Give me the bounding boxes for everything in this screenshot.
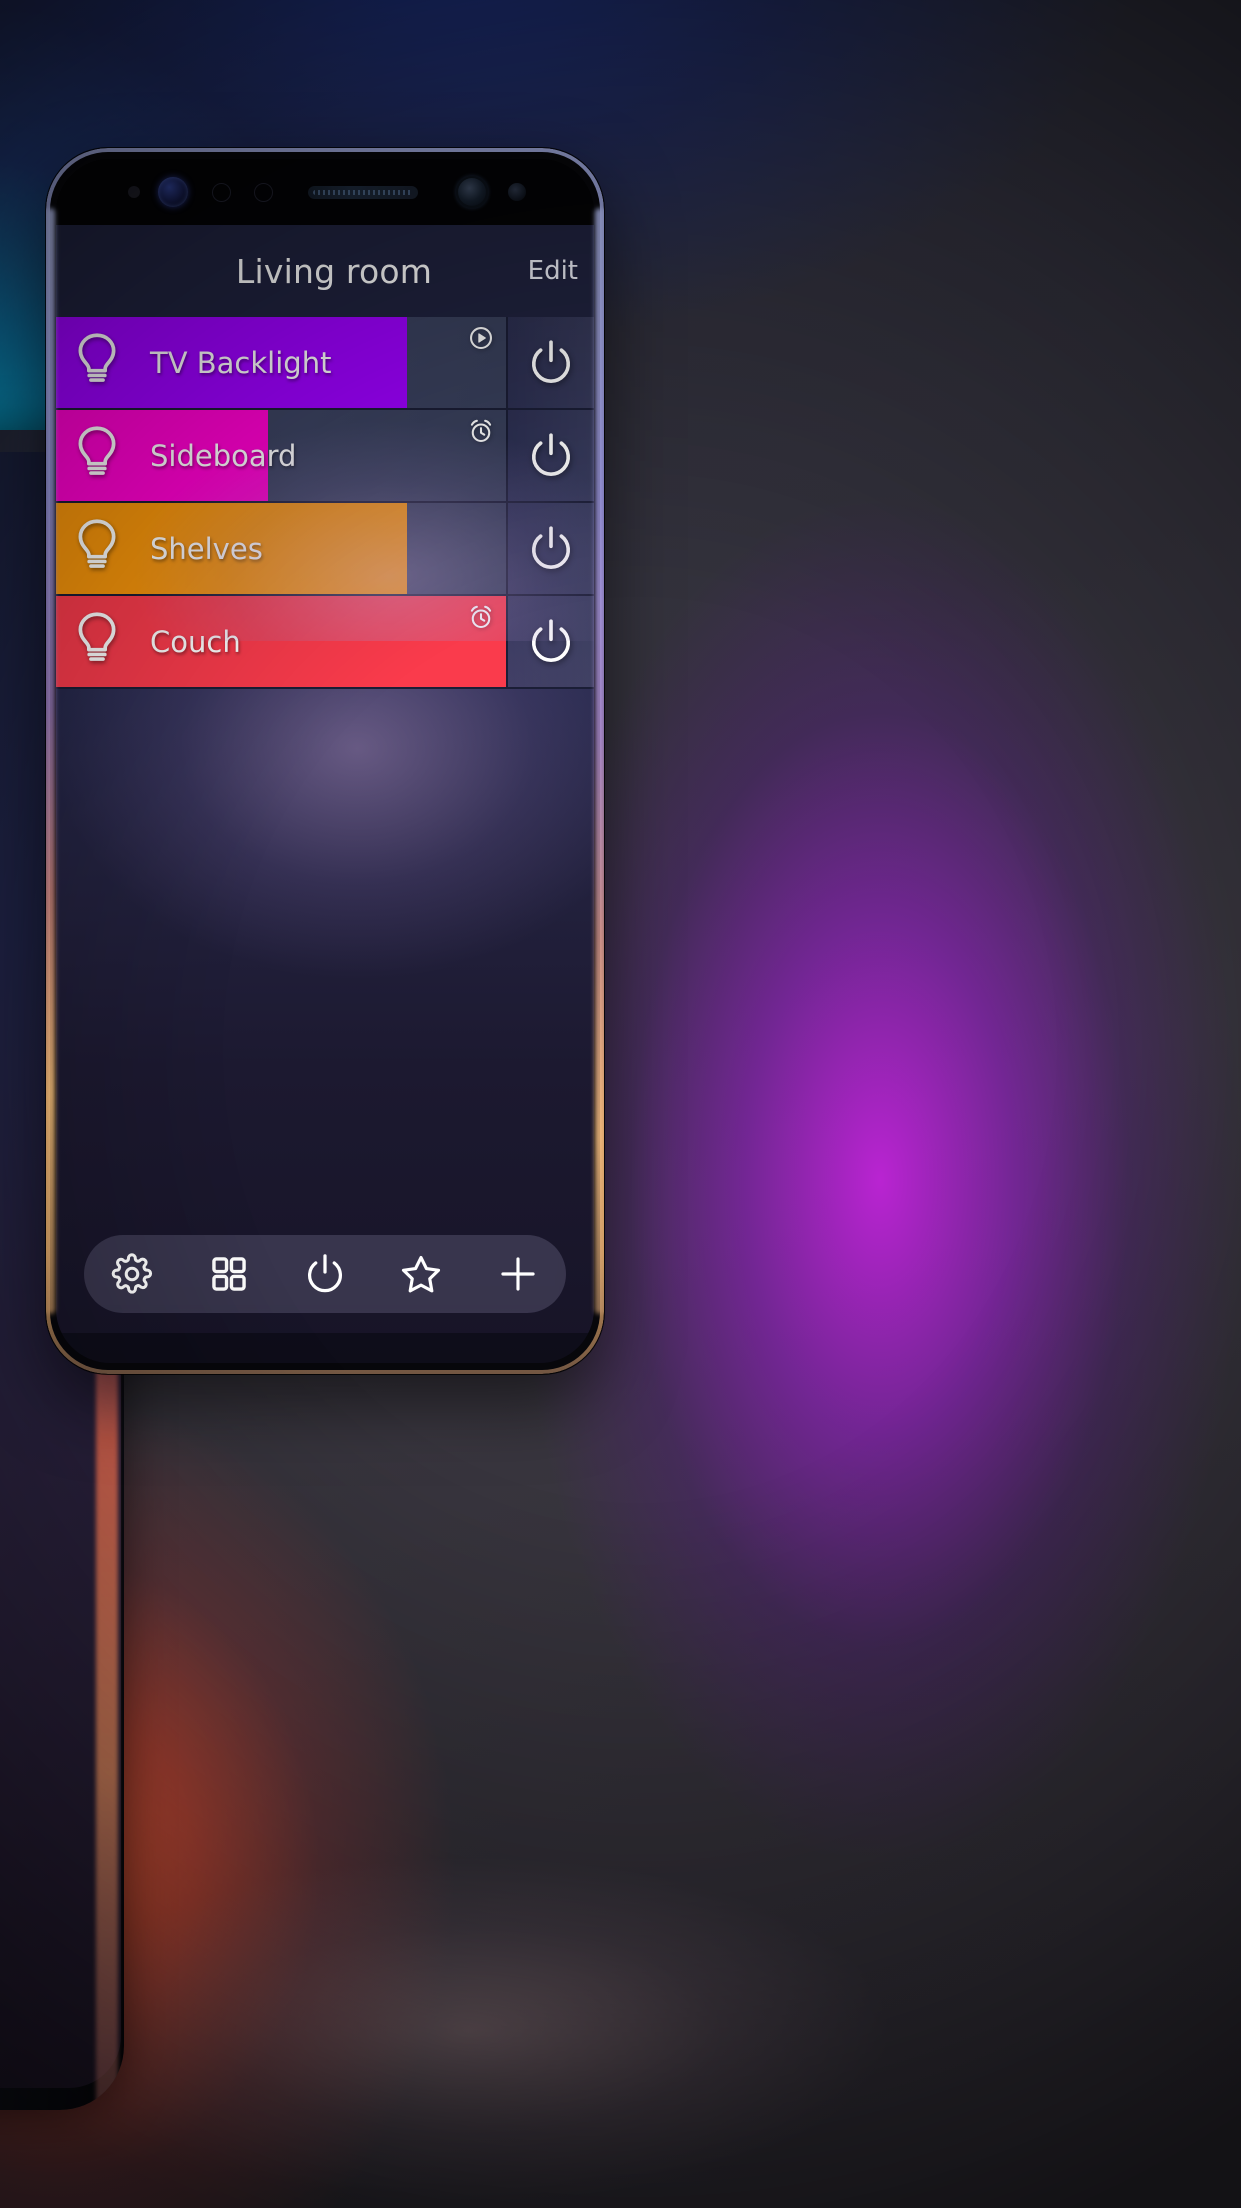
background-vignette xyxy=(0,0,1241,2208)
scene: Living room Edit TV BacklightSideboardSh… xyxy=(0,0,1241,2208)
